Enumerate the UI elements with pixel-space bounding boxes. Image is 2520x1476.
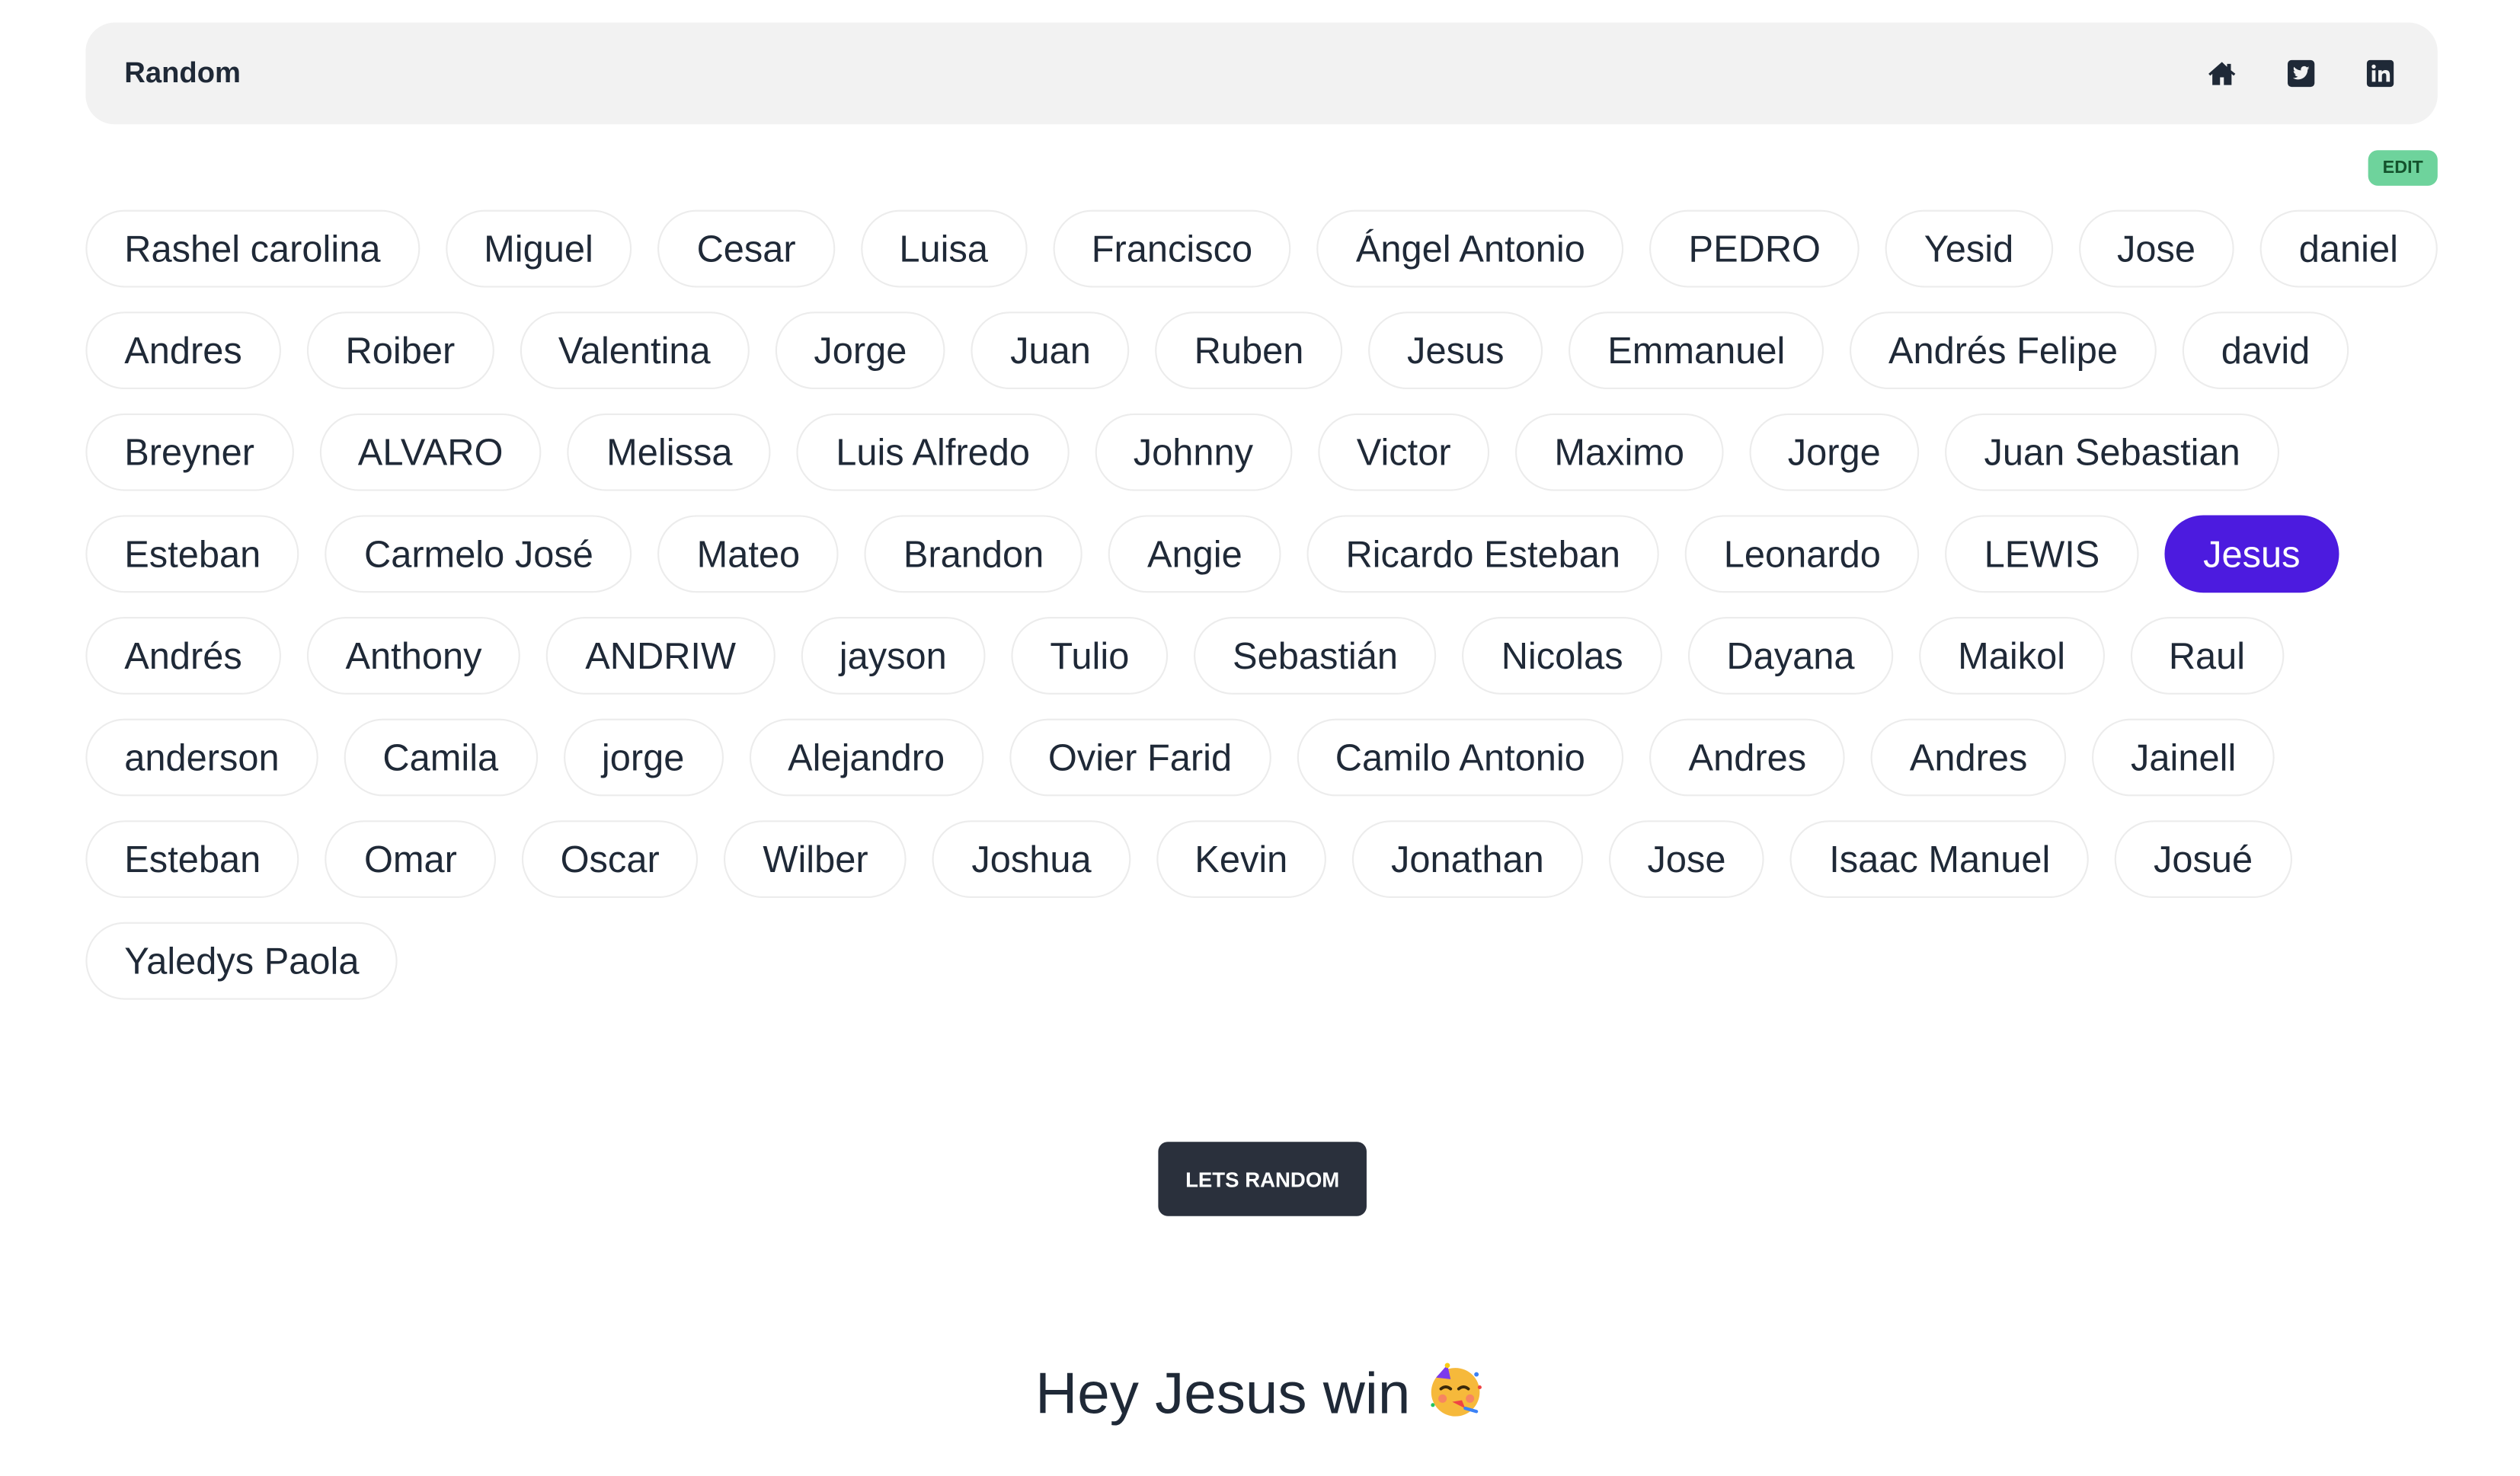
name-chip[interactable]: Camilo Antonio xyxy=(1296,718,1624,797)
name-chip[interactable]: PEDRO xyxy=(1649,209,1860,288)
name-chip[interactable]: Esteban xyxy=(85,820,300,898)
name-chip[interactable]: Leonardo xyxy=(1684,515,1920,593)
name-chip[interactable]: Andres xyxy=(85,311,281,390)
name-chip[interactable]: Cesar xyxy=(657,209,835,288)
name-chip[interactable]: Luisa xyxy=(860,209,1027,288)
linkedin-icon[interactable] xyxy=(2365,58,2395,88)
name-chip[interactable]: Mateo xyxy=(657,515,839,593)
app-stage: Random EDIT Rashel carolina Miguel Cesar Lu… xyxy=(0,0,2520,1476)
name-chip[interactable]: Ángel Antonio xyxy=(1316,209,1624,288)
name-chip[interactable]: ANDRIW xyxy=(546,617,775,695)
winner-message: Hey Jesus win xyxy=(0,1353,2520,1434)
name-chip[interactable]: Maikol xyxy=(1919,617,2105,695)
name-chip[interactable]: Brandon xyxy=(864,515,1083,593)
name-chip[interactable]: Alejandro xyxy=(749,718,984,797)
partying-face-emoji-icon xyxy=(1427,1359,1485,1417)
name-chip[interactable]: Tulio xyxy=(1011,617,1169,695)
name-chip[interactable]: LEWIS xyxy=(1945,515,2139,593)
name-chip[interactable]: Jose xyxy=(1608,820,1765,898)
name-chip[interactable]: Andrés Felipe xyxy=(1850,311,2157,390)
winner-text: Hey Jesus win xyxy=(1035,1359,1411,1426)
name-chip[interactable]: Jorge xyxy=(1748,413,1920,491)
name-chip-list: Rashel carolina Miguel Cesar Luisa Francisco… xyxy=(85,209,2437,1000)
twitter-icon[interactable] xyxy=(2286,58,2317,88)
app-title[interactable]: Random xyxy=(124,56,2206,91)
name-chip[interactable]: Raul xyxy=(2129,617,2285,695)
name-chip[interactable]: Kevin xyxy=(1156,820,1327,898)
name-chip[interactable]: Francisco xyxy=(1052,209,1292,288)
name-chip[interactable]: Josué xyxy=(2115,820,2292,898)
name-chip[interactable]: Andres xyxy=(1649,718,1845,797)
name-chip[interactable]: ALVARO xyxy=(318,413,542,491)
name-chip[interactable]: Emmanuel xyxy=(1569,311,1824,390)
name-chip[interactable]: Angie xyxy=(1108,515,1281,593)
name-chip[interactable]: Miguel xyxy=(445,209,632,288)
name-chip[interactable]: anderson xyxy=(85,718,318,797)
name-chip[interactable]: Ricardo Esteban xyxy=(1306,515,1659,593)
name-chip[interactable]: Juan Sebastian xyxy=(1945,413,2279,491)
name-chip[interactable]: david xyxy=(2182,311,2349,390)
name-chip[interactable]: Esteban xyxy=(85,515,300,593)
name-chip[interactable]: Yesid xyxy=(1885,209,2053,288)
name-chip[interactable]: Joshua xyxy=(932,820,1130,898)
name-chip[interactable]: Juan xyxy=(971,311,1130,390)
name-chip[interactable]: Wilber xyxy=(724,820,907,898)
name-chip[interactable]: Carmelo José xyxy=(325,515,632,593)
name-chip[interactable]: Jainell xyxy=(2092,718,2275,797)
name-chip[interactable]: Jesus xyxy=(1368,311,1543,390)
name-chip[interactable]: jorge xyxy=(562,718,724,797)
name-chip[interactable]: Andrés xyxy=(85,617,281,695)
name-chip[interactable]: Breyner xyxy=(85,413,293,491)
edit-button[interactable]: EDIT xyxy=(2368,150,2438,186)
home-icon[interactable] xyxy=(2207,58,2237,88)
name-chip[interactable]: Rashel carolina xyxy=(85,209,420,288)
name-chip[interactable]: Nicolas xyxy=(1462,617,1662,695)
name-chip[interactable]: Camila xyxy=(344,718,538,797)
name-chip[interactable]: Jonathan xyxy=(1352,820,1583,898)
name-chip[interactable]: jayson xyxy=(800,617,986,695)
name-chip[interactable]: Roiber xyxy=(306,311,494,390)
name-chip[interactable]: Ruben xyxy=(1155,311,1343,390)
name-chip[interactable]: Victor xyxy=(1317,413,1490,491)
name-chip[interactable]: Ovier Farid xyxy=(1009,718,1271,797)
name-chip[interactable]: Omar xyxy=(325,820,496,898)
nav-icon-group xyxy=(2207,58,2396,88)
name-chip[interactable]: Valentina xyxy=(520,311,750,390)
name-chip[interactable]: Maximo xyxy=(1515,413,1723,491)
name-chip[interactable]: Sebastián xyxy=(1194,617,1437,695)
name-chip[interactable]: Oscar xyxy=(521,820,699,898)
name-chip[interactable]: Luis Alfredo xyxy=(797,413,1069,491)
name-chip[interactable]: daniel xyxy=(2259,209,2437,288)
name-chip[interactable]: Dayana xyxy=(1687,617,1894,695)
name-chip[interactable]: Melissa xyxy=(568,413,772,491)
name-chip[interactable]: Jorge xyxy=(775,311,946,390)
name-chip[interactable]: Yaledys Paola xyxy=(85,922,398,1000)
name-chip[interactable]: Johnny xyxy=(1094,413,1292,491)
name-chip[interactable]: Anthony xyxy=(306,617,521,695)
name-chip-selected[interactable]: Jesus xyxy=(2164,515,2339,593)
navbar: Random xyxy=(85,22,2438,125)
name-chip[interactable]: Isaac Manuel xyxy=(1790,820,2090,898)
lets-random-button[interactable]: LETS RANDOM xyxy=(1158,1142,1367,1216)
name-chip[interactable]: Andres xyxy=(1870,718,2067,797)
name-chip[interactable]: Jose xyxy=(2078,209,2234,288)
